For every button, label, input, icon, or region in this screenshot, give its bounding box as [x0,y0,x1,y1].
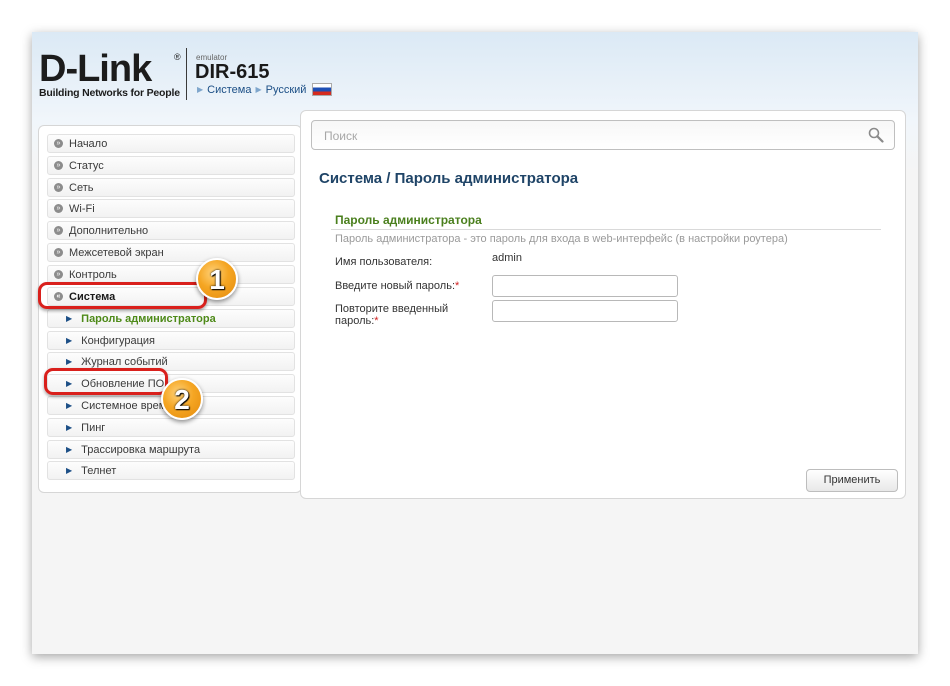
expand-icon: » [54,270,63,279]
sidebar-item-label: Начало [69,137,108,150]
page-title: Система / Пароль администратора [319,170,578,187]
language-selector[interactable]: Русский [266,84,307,96]
expand-icon: » [54,161,63,170]
apply-button[interactable]: Применить [806,469,898,492]
repeat-password-label: Повторите введенный пароль:* [335,303,448,327]
logo-tagline: Building Networks for People [39,87,180,99]
section-description: Пароль администратора - это пароль для в… [335,233,788,245]
arrow-right-icon: ▶ [66,336,73,345]
arrow-right-icon: ▶ [66,357,73,366]
repeat-password-label-line2: пароль: [335,315,375,327]
search-icon[interactable] [868,127,884,143]
header-separator [186,48,187,100]
arrow-right-icon: ▶ [66,423,73,432]
expand-icon: » [54,226,63,235]
sidebar-item-label: Статус [69,159,104,172]
logo-wordmark: D-Link [39,48,152,90]
sidebar-item-label: Межсетевой экран [69,246,164,259]
sidebar-item-label: Дополнительно [69,224,149,237]
expand-icon: » [54,183,63,192]
search-box[interactable] [311,120,895,150]
arrow-right-icon: ▶ [66,445,73,454]
new-password-label: Введите новый пароль:* [335,280,459,292]
sidebar-item-advanced[interactable]: » Дополнительно [47,221,295,240]
sidebar-item-label: Контроль [69,268,117,281]
page-title-root[interactable]: Система / [319,170,390,187]
sidebar-item-label: Wi-Fi [69,202,95,215]
sidebar-item-wifi[interactable]: » Wi-Fi [47,199,295,218]
sidebar-item-network[interactable]: » Сеть [47,178,295,197]
step-badge-2: 2 [161,378,203,420]
sidebar-subitem-telnet[interactable]: ▶ Телнет [47,461,295,480]
sidebar-subitem-traceroute[interactable]: ▶ Трассировка маршрута [47,440,295,459]
search-input[interactable] [322,127,846,145]
model-name: DIR-615 [195,61,270,83]
required-mark: * [374,315,379,327]
highlight-system-menu [38,282,207,309]
sidebar-item-home[interactable]: » Начало [47,134,295,153]
page-title-current: Пароль администратора [394,170,579,187]
sidebar-subitem-admin-password[interactable]: ▶ Пароль администратора [47,309,295,328]
arrow-right-icon: ▶ [66,466,73,475]
sidebar-item-label: Системное время [81,399,173,412]
breadcrumb-system-link[interactable]: Система [207,84,251,96]
step-badge-1: 1 [196,258,238,300]
repeat-password-field[interactable] [492,300,678,322]
header-breadcrumb: ▶ Система ▶ Русский [197,83,333,96]
sidebar-subitem-ping[interactable]: ▶ Пинг [47,418,295,437]
new-password-label-text: Введите новый пароль: [335,280,456,292]
dlink-logo: D-Link ® Building Networks for People [39,48,181,99]
router-web-ui: D-Link ® Building Networks for People em… [32,32,918,654]
section-divider [331,229,881,230]
sidebar-item-label: Журнал событий [81,355,168,368]
breadcrumb-arrow-icon: ▶ [197,85,204,94]
sidebar-subitem-configuration[interactable]: ▶ Конфигурация [47,331,295,350]
arrow-right-icon: ▶ [66,314,73,323]
arrow-right-icon: ▶ [66,401,73,410]
expand-icon: » [54,204,63,213]
new-password-field[interactable] [492,275,678,297]
sidebar-item-label: Сеть [69,181,94,194]
sidebar-item-label: Конфигурация [81,334,155,347]
highlight-firmware-update [44,368,168,395]
expand-icon: » [54,139,63,148]
sidebar-item-firewall[interactable]: » Межсетевой экран [47,243,295,262]
sidebar-menu: » Начало » Статус » Сеть » Wi-Fi » Допол… [38,125,302,493]
expand-icon: » [54,248,63,257]
sidebar-item-label: Трассировка маршрута [81,443,201,456]
repeat-password-label-line1: Повторите введенный [335,303,449,315]
username-value: admin [492,252,522,264]
sidebar-item-label: Пароль администратора [81,312,216,325]
username-label: Имя пользователя: [335,256,433,268]
section-title: Пароль администратора [335,213,482,227]
required-mark: * [455,280,460,292]
sidebar-item-status[interactable]: » Статус [47,156,295,175]
sidebar-item-label: Пинг [81,421,106,434]
russian-flag-icon[interactable] [312,83,333,96]
logo-registered: ® [174,52,181,62]
breadcrumb-arrow-icon: ▶ [255,85,262,94]
main-panel: Система / Пароль администратора Пароль а… [300,110,906,499]
sidebar-item-label: Телнет [81,464,117,477]
